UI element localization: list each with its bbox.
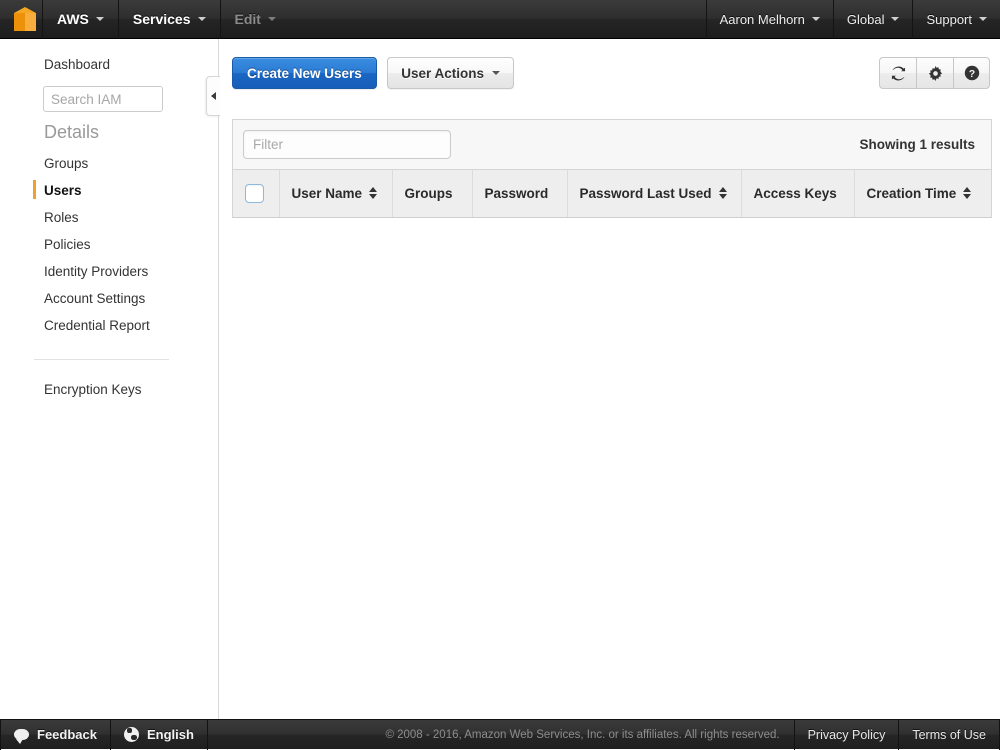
table-header-creation-time-label: Creation Time (866, 185, 957, 201)
table-header-user-name[interactable]: User Name (279, 170, 393, 218)
sidebar-item-dashboard[interactable]: Dashboard (0, 39, 218, 80)
sidebar-divider (34, 359, 169, 360)
nav-support-menu[interactable]: Support (913, 0, 1000, 39)
sidebar-item-users[interactable]: Users (0, 177, 218, 204)
chevron-down-icon (95, 17, 104, 21)
aws-cube-logo-icon (14, 7, 36, 31)
chevron-down-icon (891, 17, 900, 21)
chevron-down-icon (811, 17, 820, 21)
user-actions-dropdown[interactable]: User Actions (387, 57, 515, 89)
sidebar-item-account-settings-label: Account Settings (44, 291, 146, 306)
sidebar-item-roles-label: Roles (44, 210, 79, 225)
sidebar-item-groups[interactable]: Groups (0, 150, 218, 177)
sidebar-item-policies-label: Policies (44, 237, 91, 252)
feedback-label: Feedback (37, 727, 97, 742)
nav-menu-aws-label: AWS (57, 11, 89, 27)
table-header-access-keys-label: Access Keys (753, 185, 837, 201)
sidebar-item-encryption-keys-label: Encryption Keys (44, 382, 142, 397)
table-header-password-last-used[interactable]: Password Last Used (567, 170, 742, 218)
table-header-creation-time[interactable]: Creation Time (854, 170, 991, 218)
gear-icon (928, 65, 942, 81)
sidebar-item-identity-providers[interactable]: Identity Providers (0, 258, 218, 285)
user-actions-label: User Actions (401, 65, 485, 81)
refresh-button[interactable] (879, 57, 916, 89)
language-label: English (146, 727, 194, 742)
table-header-password-label: Password (484, 185, 549, 201)
chevron-down-icon (979, 17, 987, 21)
table-header-user-name-label: User Name (291, 185, 363, 201)
table-header-select-all[interactable] (233, 170, 280, 218)
chevron-down-icon (492, 71, 501, 75)
sidebar-item-identity-providers-label: Identity Providers (44, 264, 149, 279)
help-button[interactable]: ? (953, 57, 990, 89)
sort-icon (963, 187, 972, 200)
sidebar: Dashboard Details Groups Users Roles Pol… (0, 39, 219, 719)
svg-text:?: ? (968, 68, 974, 80)
sidebar-item-credential-report[interactable]: Credential Report (0, 312, 218, 339)
chevron-left-icon (211, 92, 216, 100)
sidebar-item-roles[interactable]: Roles (0, 204, 218, 231)
sidebar-section-details: Details (0, 112, 218, 150)
table-header-password[interactable]: Password (472, 170, 568, 218)
sidebar-item-policies[interactable]: Policies (0, 231, 218, 258)
users-table: User Name Groups Password Password Last … (233, 170, 991, 218)
nav-menu-services[interactable]: Services (119, 0, 220, 39)
toolbar: Create New Users User Actions ? (232, 57, 990, 89)
privacy-policy-link[interactable]: Privacy Policy (795, 720, 899, 750)
help-icon: ? (964, 65, 979, 81)
create-new-users-button[interactable]: Create New Users (232, 57, 377, 89)
chevron-down-icon (267, 17, 276, 21)
nav-support-label: Support (926, 11, 972, 27)
table-header-access-keys[interactable]: Access Keys (741, 170, 855, 218)
sort-icon (369, 187, 378, 200)
nav-menu-edit-label: Edit (234, 11, 261, 27)
settings-button[interactable] (916, 57, 953, 89)
nav-right-group: Aaron Melhorn Global Support (705, 0, 1000, 39)
nav-region-label: Global (846, 11, 885, 27)
nav-menu-aws[interactable]: AWS (43, 0, 118, 39)
create-new-users-label: Create New Users (247, 65, 362, 81)
main-content: Create New Users User Actions ? Filter S… (220, 39, 1000, 719)
language-button[interactable]: English (111, 720, 207, 750)
nav-menu-edit[interactable]: Edit (221, 0, 290, 39)
chevron-down-icon (197, 17, 206, 21)
privacy-policy-label: Privacy Policy (807, 727, 886, 742)
showing-results-label: Showing 1 results (859, 137, 975, 152)
globe-icon (123, 727, 139, 742)
table-header-row: User Name Groups Password Password Last … (233, 170, 991, 218)
top-navigation-bar: AWS Services Edit Aaron Melhorn Global S… (0, 0, 1000, 39)
copyright-text: © 2008 - 2016, Amazon Web Services, Inc.… (385, 728, 780, 741)
sidebar-item-dashboard-label: Dashboard (44, 57, 111, 72)
users-table-card: Showing 1 results User Name (232, 119, 992, 218)
aws-logo[interactable] (0, 0, 42, 39)
sidebar-section-details-label: Details (44, 122, 100, 142)
filter-input[interactable] (243, 130, 451, 159)
sidebar-item-credential-report-label: Credential Report (44, 318, 150, 333)
nav-account-menu[interactable]: Aaron Melhorn (707, 0, 833, 39)
filter-bar: Showing 1 results (233, 120, 991, 170)
sort-icon (718, 187, 727, 200)
sidebar-item-encryption-keys[interactable]: Encryption Keys (0, 376, 218, 403)
sidebar-item-account-settings[interactable]: Account Settings (0, 285, 218, 312)
table-header-groups-label: Groups (404, 185, 453, 201)
search-iam-input[interactable] (43, 86, 163, 112)
refresh-icon (891, 66, 905, 80)
feedback-button[interactable]: Feedback (1, 720, 110, 750)
nav-menu-services-label: Services (132, 11, 191, 27)
table-header-groups[interactable]: Groups (392, 170, 473, 218)
sidebar-collapse-button[interactable] (206, 76, 220, 116)
toolbar-icon-group: ? (879, 57, 990, 89)
footer-bar: Feedback English © 2008 - 2016, Amazon W… (0, 719, 1000, 750)
table-header-password-last-used-label: Password Last Used (579, 185, 712, 201)
nav-account-label: Aaron Melhorn (719, 11, 805, 27)
speech-bubble-icon (14, 729, 29, 744)
sidebar-item-users-label: Users (44, 183, 82, 198)
nav-region-menu[interactable]: Global (834, 0, 913, 39)
sidebar-item-groups-label: Groups (44, 156, 89, 171)
terms-of-use-label: Terms of Use (912, 727, 986, 742)
select-all-checkbox[interactable] (245, 183, 264, 203)
terms-of-use-link[interactable]: Terms of Use (899, 720, 999, 750)
